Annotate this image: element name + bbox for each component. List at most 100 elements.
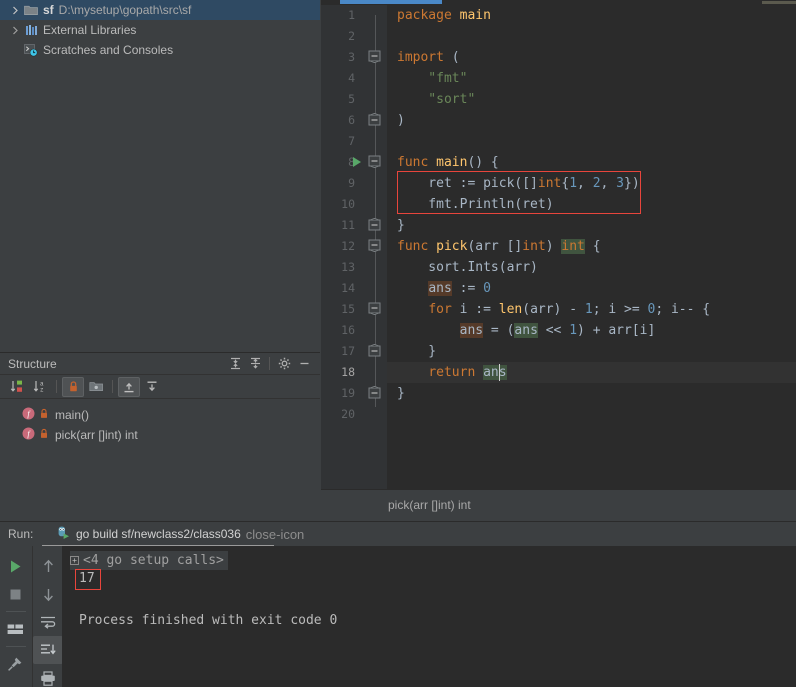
structure-item-label: main()	[55, 408, 90, 422]
run-panel: Run: go build sf/newclass2/class036 clos…	[0, 521, 796, 687]
scrollbar-thumb[interactable]	[340, 0, 442, 4]
structure-item-pick[interactable]: f pick(arr []int) int	[0, 425, 320, 445]
run-panel-label: Run:	[8, 527, 34, 541]
code-line-13: sort.Ints(arr)	[397, 260, 538, 275]
fold-expand-icon[interactable]	[368, 217, 383, 233]
fold-collapse-icon[interactable]	[368, 50, 383, 65]
divider	[6, 646, 26, 647]
line-number-gutter[interactable]: 1 2 3 4 5 6 7 8 9 10 11 12 13 14 15 16 1…	[321, 5, 365, 489]
line-number: 19	[341, 386, 355, 400]
code-line-15: for i := len(arr) - 1; i >= 0; i-- {	[428, 302, 711, 317]
line-number: 17	[341, 344, 355, 358]
structure-toolbar: a z	[0, 375, 320, 399]
run-panel-body: + <4 go setup calls> 17 Process finished…	[0, 546, 796, 687]
line-number: 4	[348, 71, 355, 85]
chevron-right-icon[interactable]	[8, 26, 22, 35]
gear-icon[interactable]	[274, 355, 294, 373]
arrow-up-icon[interactable]	[33, 552, 63, 580]
breadcrumb[interactable]: pick(arr []int) int	[388, 498, 471, 512]
run-console-output[interactable]: + <4 go setup calls> 17 Process finished…	[62, 546, 796, 687]
line-number: 7	[348, 134, 355, 148]
chevron-right-icon[interactable]	[8, 6, 22, 15]
collapse-all-icon[interactable]	[245, 355, 265, 373]
expand-all-icon[interactable]	[225, 355, 245, 373]
tree-item-path: D:\mysetup\gopath\src\sf	[58, 3, 192, 17]
group-icon[interactable]	[85, 377, 107, 397]
structure-item-main[interactable]: f main()	[0, 405, 320, 425]
run-tab[interactable]: go build sf/newclass2/class036 close-ico…	[50, 522, 310, 546]
code-line-19: }	[397, 386, 405, 401]
arrow-down-icon[interactable]	[33, 580, 63, 608]
run-gutter-icon[interactable]	[351, 156, 363, 168]
line-number: 10	[341, 197, 355, 211]
line-number: 3	[348, 50, 355, 64]
divider	[112, 380, 113, 393]
editor-horizontal-scrollbar[interactable]	[321, 0, 796, 4]
close-icon[interactable]: close-icon	[246, 528, 305, 541]
console-folded-line[interactable]: + <4 go setup calls>	[70, 551, 228, 570]
structure-header: Structure	[0, 353, 320, 375]
fold-expand-icon[interactable]	[368, 112, 383, 128]
line-number: 18	[341, 365, 355, 379]
show-non-public-icon[interactable]	[62, 376, 84, 397]
code-line-16: ans = (ans << 1) + arr[i]	[459, 323, 656, 338]
minimize-icon[interactable]	[294, 355, 314, 373]
tree-item-external-libraries[interactable]: External Libraries	[0, 20, 320, 40]
console-folded-label: <4 go setup calls>	[83, 553, 224, 568]
fold-collapse-icon[interactable]	[368, 302, 383, 317]
line-number: 11	[341, 218, 355, 232]
breadcrumb-bar: pick(arr []int) int	[321, 489, 796, 521]
divider	[56, 380, 57, 393]
code-line-12: func pick(arr []int) int {	[397, 239, 601, 254]
code-view[interactable]: 1 2 3 4 5 6 7 8 9 10 11 12 13 14 15 16 1…	[321, 5, 796, 489]
fold-collapse-icon[interactable]	[368, 155, 383, 170]
code-line-17: }	[397, 344, 437, 359]
console-output-value: 17	[79, 571, 95, 586]
collapse-all-icon[interactable]	[141, 377, 163, 397]
code-line-10: fmt.Println(ret)	[397, 197, 554, 212]
print-icon[interactable]	[33, 664, 63, 687]
function-badge-icon: f	[22, 407, 35, 423]
structure-list[interactable]: f main() f pick(arr []int) int	[0, 399, 320, 445]
line-number: 6	[348, 113, 355, 127]
sort-alphabetically-icon[interactable]: a z	[29, 377, 51, 397]
project-tree[interactable]: sf D:\mysetup\gopath\src\sf External Libr…	[0, 0, 320, 352]
code-line-5: "sort"	[397, 92, 476, 107]
code-line-14: ans := 0	[428, 281, 491, 296]
stop-icon[interactable]	[0, 580, 30, 608]
library-icon	[22, 24, 40, 36]
structure-title: Structure	[8, 356, 57, 371]
line-number: 5	[348, 92, 355, 106]
tree-item-sf[interactable]: sf D:\mysetup\gopath\src\sf	[0, 0, 320, 20]
console-finish-line: Process finished with exit code 0	[79, 613, 338, 628]
function-badge-icon: f	[22, 427, 35, 443]
line-number: 9	[348, 176, 355, 190]
line-number: 2	[348, 29, 355, 43]
run-toolbar-right	[32, 546, 63, 687]
scratches-icon	[22, 43, 40, 57]
expand-icon[interactable]: +	[70, 556, 79, 565]
line-number: 1	[348, 8, 355, 22]
code-editor[interactable]: 1 2 3 4 5 6 7 8 9 10 11 12 13 14 15 16 1…	[321, 0, 796, 521]
line-number: 20	[341, 407, 355, 421]
sort-by-visibility-icon[interactable]	[6, 377, 28, 397]
layout-icon[interactable]	[0, 615, 30, 643]
pin-icon[interactable]	[0, 650, 30, 678]
rerun-icon[interactable]	[0, 552, 30, 580]
folder-module-icon	[22, 4, 40, 16]
expand-all-icon[interactable]	[118, 376, 140, 397]
fold-collapse-icon[interactable]	[368, 239, 383, 254]
code-line-11: }	[397, 218, 405, 233]
line-number: 15	[341, 302, 355, 316]
fold-gutter[interactable]	[365, 5, 387, 489]
fold-expand-icon[interactable]	[368, 343, 383, 359]
tree-item-scratches[interactable]: Scratches and Consoles	[0, 40, 320, 60]
tree-item-label: Scratches and Consoles	[43, 43, 174, 57]
scroll-to-end-icon[interactable]	[33, 636, 63, 664]
text-caret	[499, 364, 500, 381]
fold-expand-icon[interactable]	[368, 385, 383, 401]
line-number: 13	[341, 260, 355, 274]
soft-wrap-icon[interactable]	[33, 608, 63, 636]
code-line-6: )	[397, 113, 405, 128]
tree-item-label: External Libraries	[43, 23, 137, 37]
